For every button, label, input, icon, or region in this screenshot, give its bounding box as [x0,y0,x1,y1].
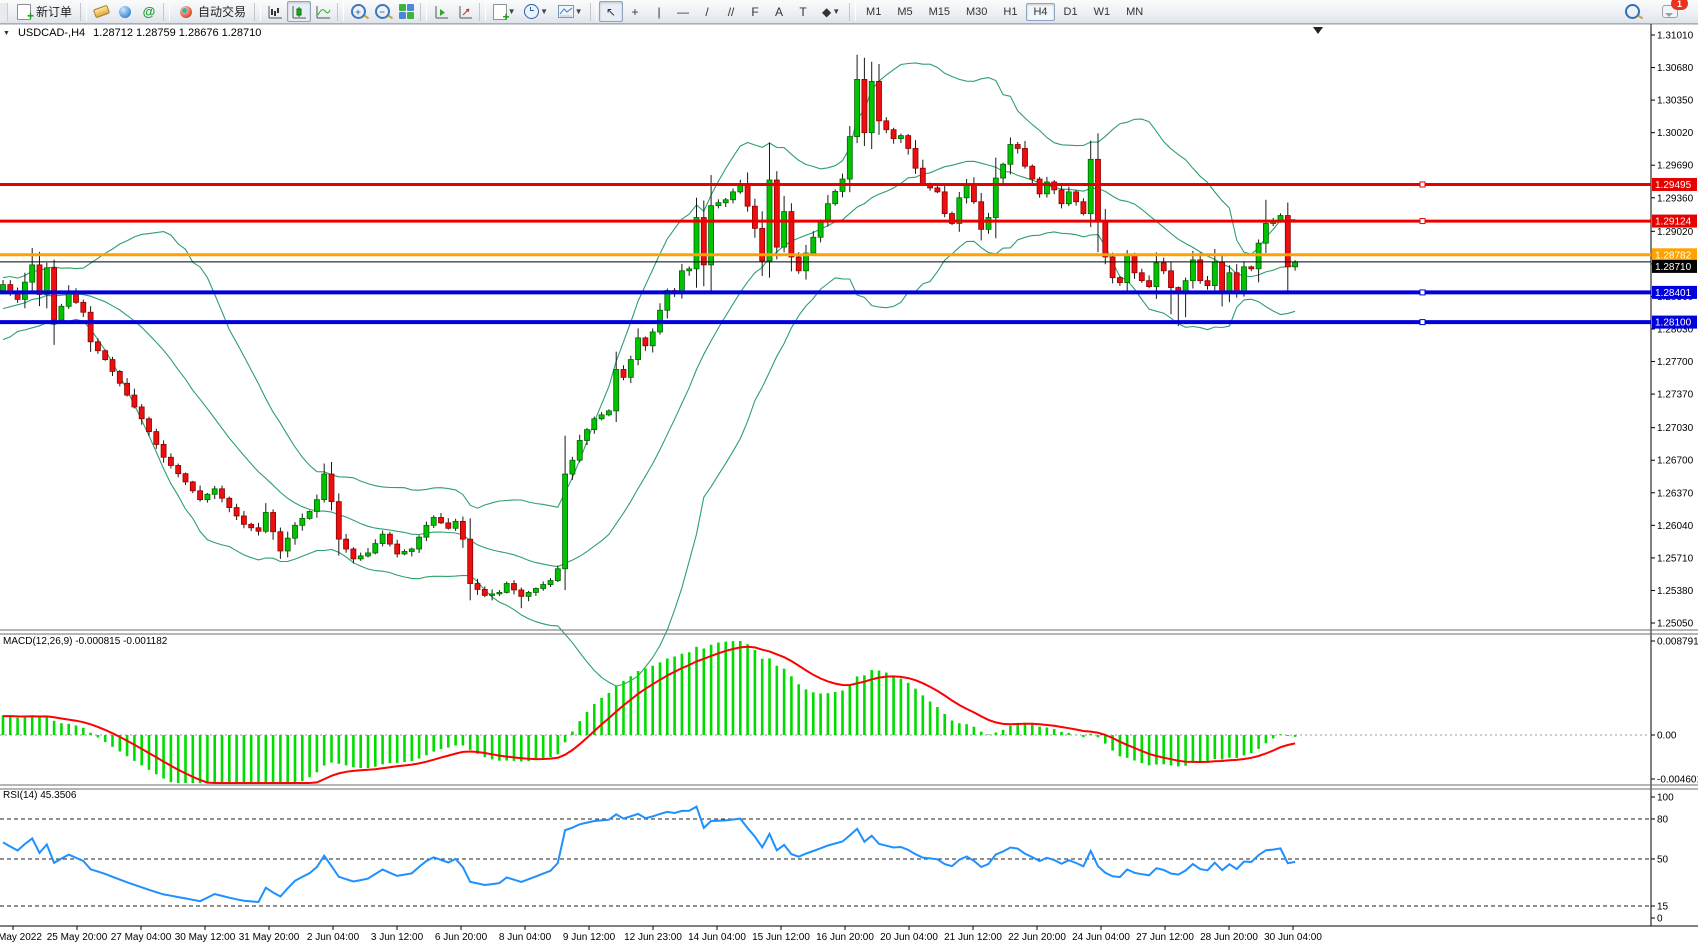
svg-text:0.00: 0.00 [1657,731,1677,742]
svg-text:0.008791: 0.008791 [1657,637,1698,648]
svg-text:15 Jun 12:00: 15 Jun 12:00 [752,932,810,942]
svg-text:12 Jun 23:00: 12 Jun 23:00 [624,932,682,942]
svg-text:14 Jun 04:00: 14 Jun 04:00 [688,932,746,942]
price-tag-1.28782: 1.28782 [1652,248,1697,261]
svg-text:21 Jun 12:00: 21 Jun 12:00 [944,932,1002,942]
svg-text:1.27030: 1.27030 [1657,423,1694,434]
svg-text:30 May 12:00: 30 May 12:00 [175,932,236,942]
bollinger-upper-band [3,63,1295,508]
svg-text:100: 100 [1657,793,1674,804]
svg-text:1.26700: 1.26700 [1657,456,1694,467]
macd-panel: 0.008791 0.00 -0.004601 [0,637,1698,786]
svg-text:1.29690: 1.29690 [1657,161,1694,172]
price-tag-1.29495: 1.29495 [1652,178,1697,191]
svg-text:1.28100: 1.28100 [1655,318,1692,329]
time-axis: 24 May 2022 25 May 20:0027 May 04:0030 Ma… [0,926,1322,942]
rsi-panel: 100 80 50 150 [0,793,1674,925]
svg-text:1.30680: 1.30680 [1657,63,1694,74]
bollinger-bands [3,63,1295,686]
svg-text:8 Jun 04:00: 8 Jun 04:00 [499,932,552,942]
svg-text:31 May 20:00: 31 May 20:00 [239,932,300,942]
svg-text:80: 80 [1657,815,1669,826]
svg-text:1.25380: 1.25380 [1657,586,1694,597]
svg-text:1.25050: 1.25050 [1657,618,1694,629]
svg-text:1.26040: 1.26040 [1657,521,1694,532]
svg-text:6 Jun 20:00: 6 Jun 20:00 [435,932,488,942]
macd-indicator-label: MACD(12,26,9) -0.000815 -0.001182 [3,636,167,647]
svg-text:27 Jun 12:00: 27 Jun 12:00 [1136,932,1194,942]
svg-text:25 May 20:00: 25 May 20:00 [47,932,108,942]
price-tag-1.28710: 1.28710 [1652,260,1697,273]
svg-text:1.31010: 1.31010 [1657,31,1694,42]
svg-text:1.30350: 1.30350 [1657,96,1694,107]
svg-text:0: 0 [1657,914,1663,925]
svg-text:1.28782: 1.28782 [1655,250,1692,261]
bollinger-lower-band [3,232,1295,686]
svg-text:1.29360: 1.29360 [1657,193,1694,204]
svg-text:9 Jun 12:00: 9 Jun 12:00 [563,932,616,942]
svg-text:1.29495: 1.29495 [1655,180,1692,191]
svg-text:1.28710: 1.28710 [1655,262,1692,273]
svg-text:-0.004601: -0.004601 [1657,775,1698,786]
svg-text:24 Jun 04:00: 24 Jun 04:00 [1072,932,1130,942]
svg-text:2 Jun 04:00: 2 Jun 04:00 [307,932,360,942]
svg-text:1.26370: 1.26370 [1657,488,1694,499]
rsi-line [3,807,1295,902]
price-tag-1.29124: 1.29124 [1652,215,1697,228]
shift-marker-icon [1313,27,1323,34]
svg-text:30 Jun 04:00: 30 Jun 04:00 [1264,932,1322,942]
svg-text:1.27370: 1.27370 [1657,390,1694,401]
macd-signal-line [3,647,1295,783]
svg-text:1.28401: 1.28401 [1655,288,1692,299]
svg-text:15: 15 [1657,902,1669,913]
svg-text:24 May 2022: 24 May 2022 [0,932,42,942]
svg-text:27 May 04:00: 27 May 04:00 [111,932,172,942]
price-tag-1.28100: 1.28100 [1652,316,1697,329]
svg-text:50: 50 [1657,855,1669,866]
svg-text:20 Jun 04:00: 20 Jun 04:00 [880,932,938,942]
price-chart[interactable]: 1.31010 1.30680 1.30350 1.30020 1.29690 1.293… [0,0,1698,942]
rsi-indicator-label: RSI(14) 45.3506 [3,790,76,801]
price-tag-1.28401: 1.28401 [1652,286,1697,299]
svg-text:1.25710: 1.25710 [1657,553,1694,564]
svg-text:1.30020: 1.30020 [1657,128,1694,139]
svg-text:22 Jun 20:00: 22 Jun 20:00 [1008,932,1066,942]
svg-text:1.29124: 1.29124 [1655,217,1692,228]
svg-text:1.29020: 1.29020 [1657,227,1694,238]
svg-text:1.27700: 1.27700 [1657,357,1694,368]
price-axis: 1.31010 1.30680 1.30350 1.30020 1.29690 1.293… [1651,31,1694,630]
svg-text:3 Jun 12:00: 3 Jun 12:00 [371,932,424,942]
svg-text:28 Jun 20:00: 28 Jun 20:00 [1200,932,1258,942]
svg-text:16 Jun 20:00: 16 Jun 20:00 [816,932,874,942]
